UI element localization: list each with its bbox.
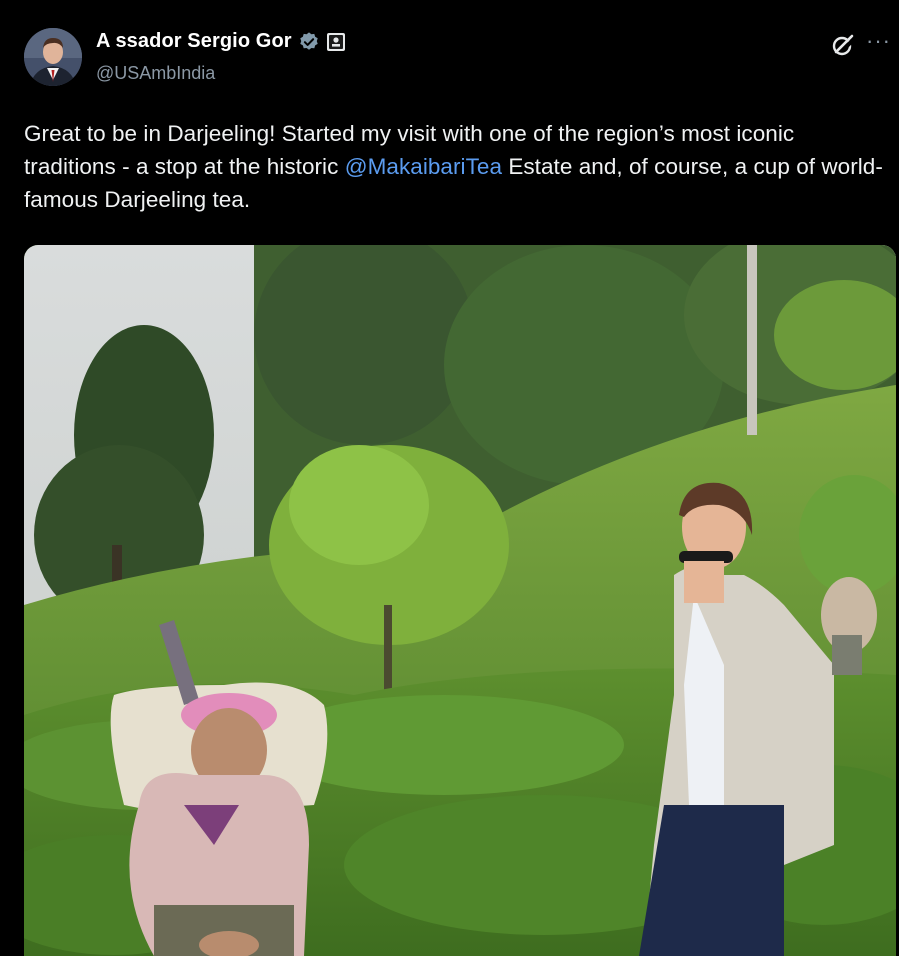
author-display-name[interactable]: A ssador Sergio Gor [96, 30, 292, 53]
profile-photo-icon [24, 28, 82, 86]
tweet-card[interactable]: A ssador Sergio Gor @USAmbIndia ··· Grea… [0, 0, 899, 956]
tea-estate-photo [24, 245, 896, 956]
mention-link[interactable]: @MakaibariTea [345, 154, 502, 179]
author-avatar[interactable] [24, 28, 82, 86]
author-handle[interactable]: @USAmbIndia [96, 63, 215, 84]
tweet-media-photo[interactable] [24, 245, 896, 956]
government-badge-icon [326, 32, 345, 51]
grok-icon[interactable] [830, 32, 856, 58]
more-options-button[interactable]: ··· [866, 28, 891, 54]
tweet-text: Great to be in Darjeeling! Started my vi… [24, 117, 884, 216]
verified-badge-icon [299, 31, 318, 50]
